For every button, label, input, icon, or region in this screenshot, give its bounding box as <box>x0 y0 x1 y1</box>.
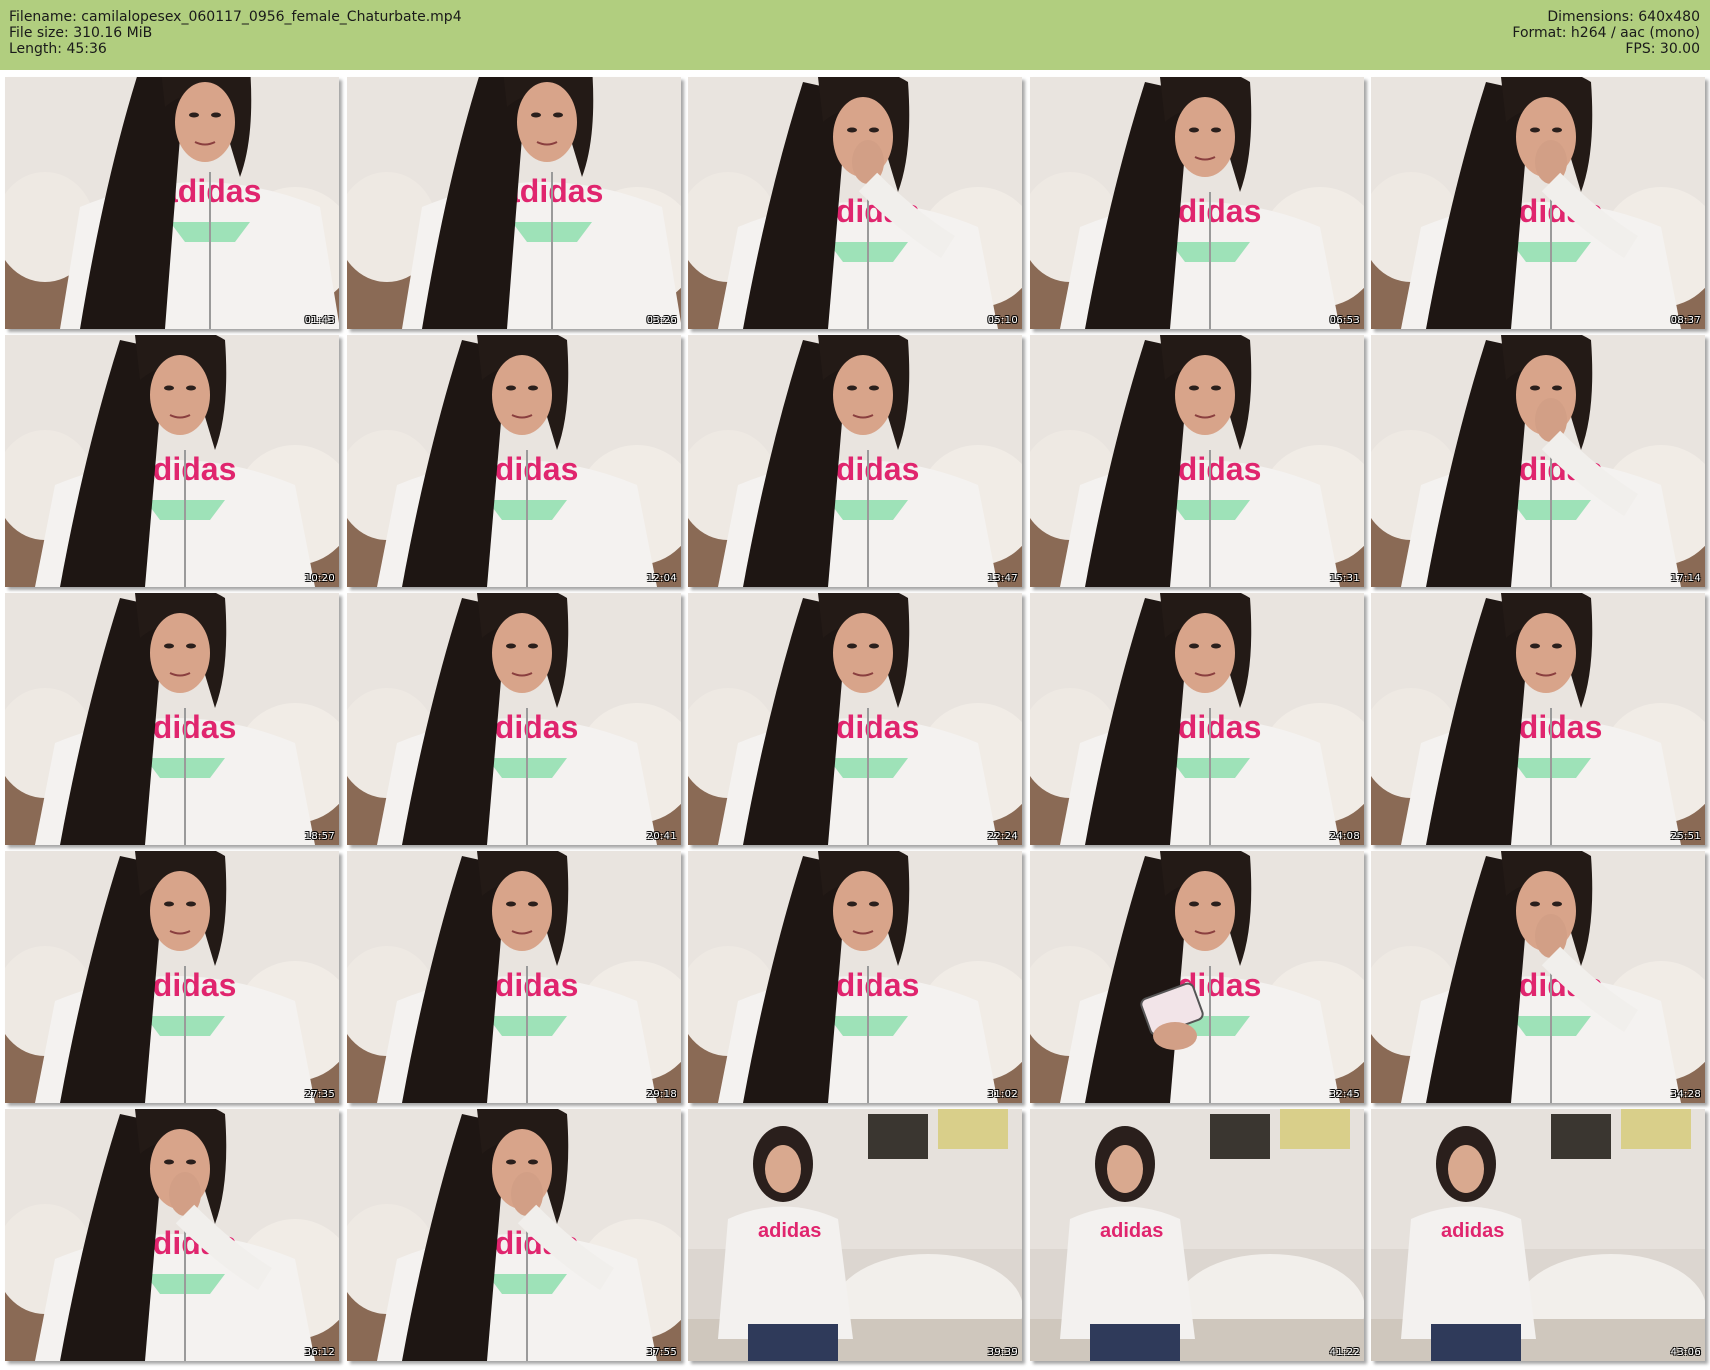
format-text: Format: h264 / aac (mono) <box>1512 25 1700 41</box>
thumbnail-timestamp: 43:06 <box>1670 1347 1701 1358</box>
video-thumbnail: adidas 39:39 <box>688 1109 1022 1361</box>
thumbnail-timestamp: 29:18 <box>646 1089 677 1100</box>
video-thumbnail: adidas 12:04 <box>347 335 681 587</box>
thumbnail-frame-image: adidas <box>1030 77 1364 329</box>
thumbnail-frame-image: adidas <box>1030 851 1364 1103</box>
thumbnail-timestamp: 27:35 <box>304 1089 335 1100</box>
video-thumbnail: adidas 37:55 <box>347 1109 681 1361</box>
thumbnail-timestamp: 25:51 <box>1670 831 1701 842</box>
thumbnail-frame-image: adidas <box>347 1109 681 1361</box>
svg-text:adidas: adidas <box>1100 1220 1163 1242</box>
thumbnail-timestamp: 31:02 <box>987 1089 1018 1100</box>
thumbnail-frame-image: adidas <box>5 851 339 1103</box>
thumbnail-timestamp: 34:28 <box>1670 1089 1701 1100</box>
dimensions-text: Dimensions: 640x480 <box>1547 9 1700 25</box>
thumbnail-frame-image: adidas <box>1371 1109 1705 1361</box>
video-thumbnail: adidas 22:24 <box>688 593 1022 845</box>
thumbnail-frame-image: adidas <box>1030 593 1364 845</box>
thumbnail-frame-image: adidas <box>347 851 681 1103</box>
thumbnail-timestamp: 10:20 <box>304 573 335 584</box>
thumbnail-frame-image: adidas <box>688 335 1022 587</box>
thumbnail-timestamp: 01:43 <box>304 315 335 326</box>
video-thumbnail: adidas 32:45 <box>1030 851 1364 1103</box>
video-thumbnail: adidas 34:28 <box>1371 851 1705 1103</box>
thumbnail-frame-image: adidas <box>1030 335 1364 587</box>
video-thumbnail: adidas 41:22 <box>1030 1109 1364 1361</box>
thumbnail-frame-image: adidas <box>1371 593 1705 845</box>
thumbnail-timestamp: 24:08 <box>1329 831 1360 842</box>
thumbnail-timestamp: 08:37 <box>1670 315 1701 326</box>
video-thumbnail: adidas 25:51 <box>1371 593 1705 845</box>
thumbnail-timestamp: 05:10 <box>987 315 1018 326</box>
thumbnail-timestamp: 18:57 <box>304 831 335 842</box>
thumbnail-frame-image: adidas <box>1371 77 1705 329</box>
thumbnail-frame-image: adidas <box>1371 851 1705 1103</box>
video-thumbnail: adidas 01:43 <box>5 77 339 329</box>
video-thumbnail: adidas 10:20 <box>5 335 339 587</box>
thumbnail-timestamp: 03:26 <box>646 315 677 326</box>
video-thumbnail: adidas 06:53 <box>1030 77 1364 329</box>
thumbnail-timestamp: 39:39 <box>987 1347 1018 1358</box>
thumbnail-frame-image: adidas <box>1371 335 1705 587</box>
video-thumbnail: adidas 43:06 <box>1371 1109 1705 1361</box>
thumbnail-timestamp: 22:24 <box>987 831 1018 842</box>
video-thumbnail: adidas 29:18 <box>347 851 681 1103</box>
video-thumbnail: adidas 05:10 <box>688 77 1022 329</box>
thumbnail-frame-image: adidas <box>5 1109 339 1361</box>
thumbnail-timestamp: 37:55 <box>646 1347 677 1358</box>
thumbnail-frame-image: adidas <box>347 335 681 587</box>
file-info-right: Dimensions: 640x480 Format: h264 / aac (… <box>1512 9 1700 57</box>
thumbnail-timestamp: 20:41 <box>646 831 677 842</box>
thumbnail-timestamp: 41:22 <box>1329 1347 1360 1358</box>
video-thumbnail: adidas 31:02 <box>688 851 1022 1103</box>
thumbnail-frame-image: adidas <box>688 1109 1022 1361</box>
thumbnail-timestamp: 15:31 <box>1329 573 1360 584</box>
thumbnail-frame-image: adidas <box>688 77 1022 329</box>
thumbnail-timestamp: 13:47 <box>987 573 1018 584</box>
filename-text: Filename: camilalopesex_060117_0956_fema… <box>9 9 462 25</box>
thumbnail-frame-image: adidas <box>688 593 1022 845</box>
fps-text: FPS: 30.00 <box>1625 41 1700 57</box>
svg-text:adidas: adidas <box>758 1220 821 1242</box>
filesize-text: File size: 310.16 MiB <box>9 25 153 41</box>
thumbnail-frame-image: adidas <box>5 77 339 329</box>
file-info-header: Filename: camilalopesex_060117_0956_fema… <box>0 0 1710 70</box>
thumbnail-frame-image: adidas <box>5 335 339 587</box>
thumbnail-frame-image: adidas <box>688 851 1022 1103</box>
thumbnail-timestamp: 17:14 <box>1670 573 1701 584</box>
length-text: Length: 45:36 <box>9 41 107 57</box>
video-thumbnail: adidas 24:08 <box>1030 593 1364 845</box>
thumbnail-frame-image: adidas <box>347 77 681 329</box>
thumbnail-frame-image: adidas <box>347 593 681 845</box>
video-thumbnail: adidas 18:57 <box>5 593 339 845</box>
thumbnail-timestamp: 06:53 <box>1329 315 1360 326</box>
thumbnail-timestamp: 36:12 <box>304 1347 335 1358</box>
svg-text:adidas: adidas <box>1441 1220 1504 1242</box>
video-thumbnail: adidas 27:35 <box>5 851 339 1103</box>
thumbnail-timestamp: 12:04 <box>646 573 677 584</box>
file-info-left: Filename: camilalopesex_060117_0956_fema… <box>9 9 462 57</box>
video-thumbnail: adidas 08:37 <box>1371 77 1705 329</box>
thumbnail-frame-image: adidas <box>1030 1109 1364 1361</box>
video-thumbnail: adidas 15:31 <box>1030 335 1364 587</box>
video-thumbnail: adidas 20:41 <box>347 593 681 845</box>
thumbnail-timestamp: 32:45 <box>1329 1089 1360 1100</box>
video-thumbnail: adidas 36:12 <box>5 1109 339 1361</box>
video-thumbnail: adidas 13:47 <box>688 335 1022 587</box>
video-thumbnail: adidas 17:14 <box>1371 335 1705 587</box>
video-thumbnail: adidas 03:26 <box>347 77 681 329</box>
thumbnail-frame-image: adidas <box>5 593 339 845</box>
